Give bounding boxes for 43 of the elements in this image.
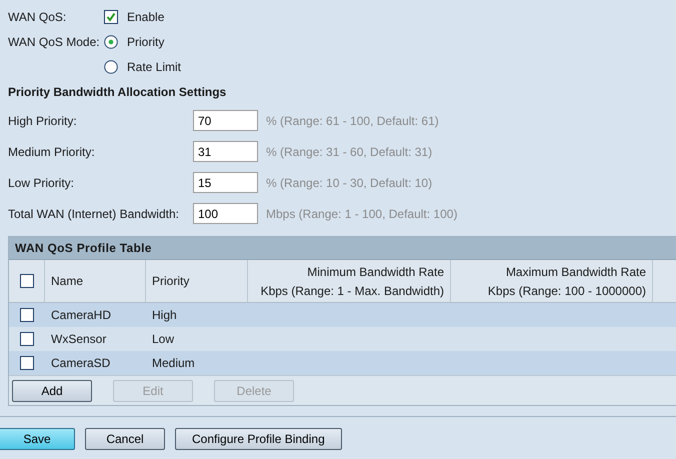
select-all-checkbox[interactable] [20,274,34,288]
section-heading: Priority Bandwidth Allocation Settings [7,84,228,101]
button[interactable]: Configure Profile Binding [175,428,342,450]
radio-label: Priority [127,34,164,48]
checkbox[interactable] [104,10,118,24]
row-checkbox[interactable] [20,308,34,322]
table-cell-text: Medium [151,355,196,372]
table-cell-text: WxSensor [50,331,108,348]
field-label: Total WAN (Internet) Bandwidth: [8,206,180,220]
column-header: Priority [146,260,248,303]
range-hint: % (Range: 31 - 60, Default: 31) [266,144,432,158]
input-field[interactable]: 31 [193,141,258,162]
column-header: Name [45,260,146,303]
table-row[interactable]: CameraHD High [9,303,676,327]
column-header: Maximum Bandwidth Rate Kbps (Range: 100 - 1000000) [451,260,653,303]
checkbox-label: Enable [127,10,164,24]
field-label: WAN QoS Mode: [8,34,101,48]
table-title: WAN QoS Profile Table [9,237,676,260]
range-hint: % (Range: 61 - 100, Default: 61) [266,114,439,128]
table-row[interactable]: WxSensor Low [9,327,676,351]
field-label: High Priority: [8,114,78,128]
field-label: Low Priority: [8,176,76,190]
input-field[interactable]: 70 [193,110,258,131]
field-label: Medium Priority: [8,144,96,158]
button[interactable]: Add [12,380,92,402]
radio-label: Rate Limit [127,60,182,74]
button[interactable]: Save [0,428,75,450]
table-cell-text: CameraSD [50,355,112,372]
column-header: Minimum Bandwidth Rate Kbps (Range: 1 - Max. Bandwidth) [248,260,451,303]
button[interactable]: Cancel [85,428,165,450]
table-cell-text: Low [151,331,176,348]
input-field[interactable]: 100 [193,203,258,224]
row-checkbox[interactable] [20,332,34,346]
range-hint: Mbps (Range: 1 - 100, Default: 100) [266,206,458,220]
range-hint: % (Range: 10 - 30, Default: 10) [266,176,432,190]
table-row[interactable]: CameraSD Medium [9,351,676,375]
table-cell-text: High [151,307,178,324]
radio-button[interactable] [104,60,118,74]
row-checkbox[interactable] [20,356,34,370]
table-cell-text: CameraHD [50,307,112,324]
field-label: WAN QoS: [8,10,68,24]
input-field[interactable]: 15 [193,172,258,193]
radio-button[interactable] [104,34,118,48]
